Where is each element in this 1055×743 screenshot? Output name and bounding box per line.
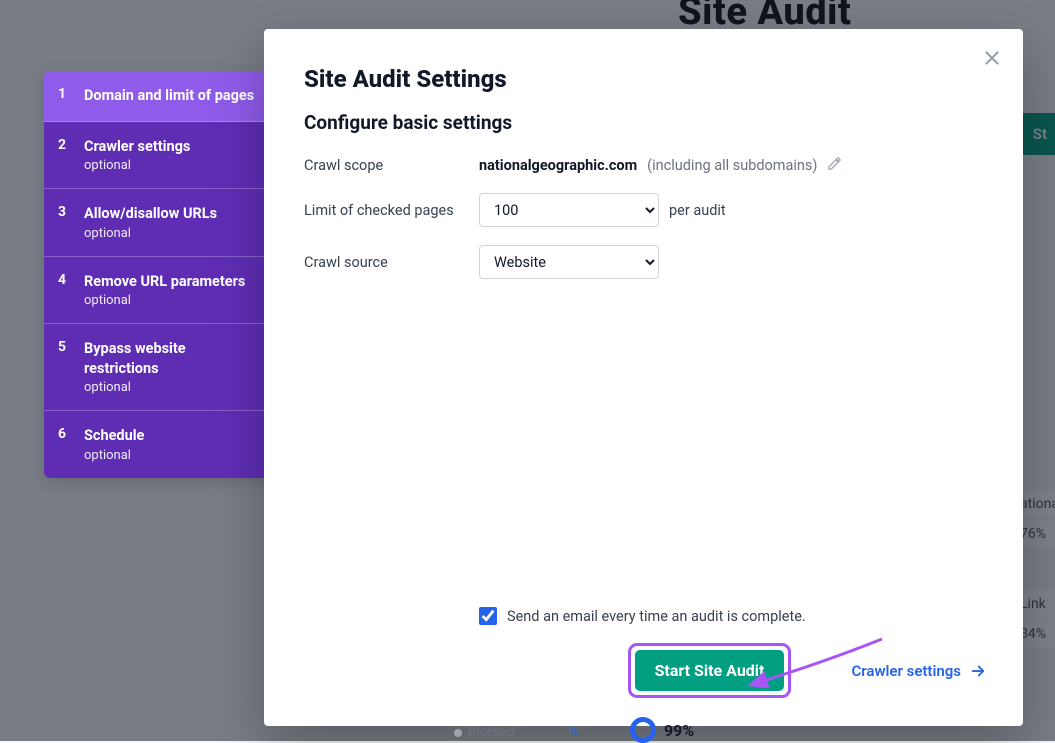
bg-blocked-row: Blocked 6 [454, 725, 577, 740]
sidebar-item-domain-limit[interactable]: 1 Domain and limit of pages [44, 71, 278, 122]
email-checkbox[interactable] [479, 607, 497, 625]
start-site-audit-button[interactable]: Start Site Audit [635, 650, 785, 691]
bg-donut: 99% [630, 717, 694, 743]
close-icon[interactable] [981, 47, 1003, 73]
step-number: 3 [58, 204, 70, 241]
sidebar-item-label: Schedule [84, 426, 262, 446]
arrow-right-icon [969, 662, 987, 680]
sidebar-item-optional: optional [84, 380, 262, 395]
sidebar-item-remove-params[interactable]: 4 Remove URL parameters optional [44, 257, 278, 325]
sidebar-item-label: Crawler settings [84, 137, 262, 157]
limit-select[interactable]: 100 [479, 193, 659, 227]
step-number: 6 [58, 426, 70, 463]
sidebar-item-allow-disallow[interactable]: 3 Allow/disallow URLs optional [44, 189, 278, 257]
crawl-scope-row: Crawl scope nationalgeographic.com (incl… [304, 156, 987, 175]
edit-icon[interactable] [827, 156, 842, 175]
sidebar-item-optional: optional [84, 293, 262, 308]
sidebar-item-optional: optional [84, 158, 262, 173]
crawler-settings-label: Crawler settings [851, 662, 961, 680]
crawl-scope-note: (including all subdomains) [647, 157, 817, 174]
sidebar-item-bypass-restrictions[interactable]: 5 Bypass website restrictions optional [44, 324, 278, 411]
settings-modal: Site Audit Settings Configure basic sett… [264, 29, 1023, 726]
source-label: Crawl source [304, 254, 479, 271]
email-checkbox-label: Send an email every time an audit is com… [507, 608, 806, 625]
modal-title: Site Audit Settings [304, 65, 987, 93]
sidebar-item-optional: optional [84, 448, 262, 463]
source-row: Crawl source Website [304, 245, 987, 279]
crawler-settings-link[interactable]: Crawler settings [851, 662, 987, 680]
sidebar-item-label: Domain and limit of pages [84, 86, 262, 106]
start-button-highlight: Start Site Audit [628, 643, 792, 698]
limit-suffix: per audit [669, 202, 726, 219]
sidebar-item-crawler-settings[interactable]: 2 Crawler settings optional [44, 122, 278, 190]
sidebar-item-label: Allow/disallow URLs [84, 204, 262, 224]
sidebar-item-optional: optional [84, 226, 262, 241]
sidebar-item-label: Bypass website restrictions [84, 339, 262, 378]
sidebar-item-schedule[interactable]: 6 Schedule optional [44, 411, 278, 478]
limit-label: Limit of checked pages [304, 202, 479, 219]
crawl-scope-label: Crawl scope [304, 157, 479, 174]
sidebar-item-label: Remove URL parameters [84, 272, 262, 292]
step-number: 1 [58, 86, 70, 106]
step-number: 4 [58, 272, 70, 309]
limit-row: Limit of checked pages 100 per audit [304, 193, 987, 227]
step-number: 5 [58, 339, 70, 395]
steps-sidebar: 1 Domain and limit of pages 2 Crawler se… [44, 71, 278, 478]
email-checkbox-row[interactable]: Send an email every time an audit is com… [479, 607, 806, 625]
modal-subtitle: Configure basic settings [304, 111, 987, 134]
step-number: 2 [58, 137, 70, 174]
source-select[interactable]: Website [479, 245, 659, 279]
crawl-scope-domain: nationalgeographic.com [479, 157, 637, 174]
